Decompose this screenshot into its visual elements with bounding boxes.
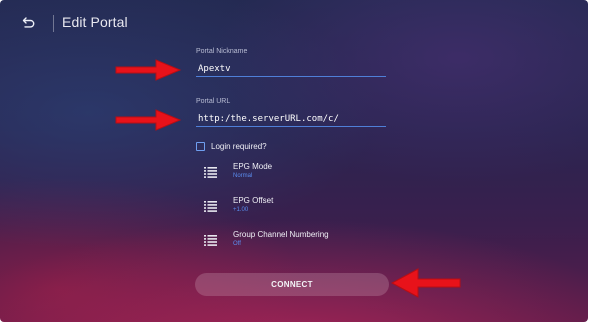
setting-name: Group Channel Numbering — [233, 230, 329, 239]
url-label: Portal URL — [196, 98, 231, 105]
annotation-arrow-left-icon — [390, 268, 461, 298]
top-bar: Edit Portal — [0, 0, 588, 46]
app-screen: Edit Portal Portal Nickname Portal URL L… — [0, 0, 588, 322]
setting-value: Normal — [233, 173, 253, 179]
setting-epg-mode[interactable]: EPG Mode Normal — [204, 162, 374, 186]
back-button[interactable] — [18, 12, 40, 34]
list-icon — [204, 235, 217, 246]
setting-value: +1.00 — [233, 207, 249, 213]
nickname-input[interactable] — [196, 61, 386, 77]
url-input[interactable] — [196, 111, 386, 127]
connect-button[interactable]: CONNECT — [195, 273, 389, 296]
annotation-arrow-right-icon — [115, 109, 182, 131]
annotation-arrow-right-icon — [115, 59, 182, 81]
back-arrow-icon — [22, 17, 35, 28]
login-label: Login required? — [211, 142, 267, 151]
nickname-label: Portal Nickname — [196, 48, 248, 55]
list-icon — [204, 167, 217, 178]
setting-group-channel-numbering[interactable]: Group Channel Numbering Off — [204, 230, 374, 254]
setting-value: Off — [233, 241, 241, 247]
setting-name: EPG Offset — [233, 196, 274, 205]
header-divider — [53, 15, 54, 32]
setting-name: EPG Mode — [233, 162, 273, 171]
setting-epg-offset[interactable]: EPG Offset +1.00 — [204, 196, 374, 220]
list-icon — [204, 201, 217, 212]
login-checkbox[interactable] — [196, 142, 205, 151]
page-title: Edit Portal — [62, 14, 128, 30]
